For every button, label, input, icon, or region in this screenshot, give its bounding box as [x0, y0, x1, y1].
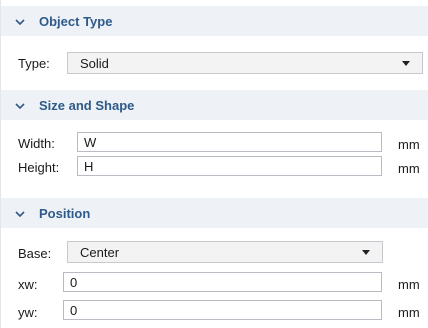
dropdown-arrow-icon [402, 61, 410, 66]
type-label: Type: [18, 56, 50, 71]
section-header-position[interactable]: Position [1, 198, 428, 228]
chevron-down-icon[interactable] [9, 198, 33, 228]
base-select-value: Center [80, 244, 120, 260]
yw-field[interactable]: 0 [63, 300, 382, 320]
yw-unit: mm [398, 305, 420, 320]
dropdown-arrow-icon [362, 250, 370, 255]
width-field-value: W [84, 134, 97, 150]
xw-unit: mm [398, 277, 420, 292]
settings-panel: Object Type Type: Solid Size and Shape W… [0, 0, 428, 328]
height-label: Height: [18, 160, 60, 175]
width-label: Width: [18, 136, 55, 151]
xw-label: xw: [18, 277, 38, 292]
yw-label: yw: [18, 305, 38, 320]
section-title: Size and Shape [39, 97, 135, 113]
height-field[interactable]: H [77, 156, 382, 176]
type-select-value: Solid [80, 55, 109, 71]
xw-field-value: 0 [70, 274, 78, 290]
base-select[interactable]: Center [67, 241, 383, 263]
type-select[interactable]: Solid [67, 52, 423, 74]
chevron-down-icon[interactable] [9, 90, 33, 120]
chevron-down-icon[interactable] [9, 6, 33, 36]
base-label: Base: [18, 246, 52, 261]
yw-field-value: 0 [70, 302, 78, 318]
width-field[interactable]: W [77, 132, 382, 152]
section-title: Position [39, 205, 91, 221]
section-title: Object Type [39, 13, 113, 29]
section-header-size-and-shape[interactable]: Size and Shape [1, 90, 428, 120]
height-field-value: H [84, 158, 94, 174]
section-header-object-type[interactable]: Object Type [1, 6, 428, 36]
width-unit: mm [398, 137, 420, 152]
xw-field[interactable]: 0 [63, 272, 382, 292]
height-unit: mm [398, 161, 420, 176]
